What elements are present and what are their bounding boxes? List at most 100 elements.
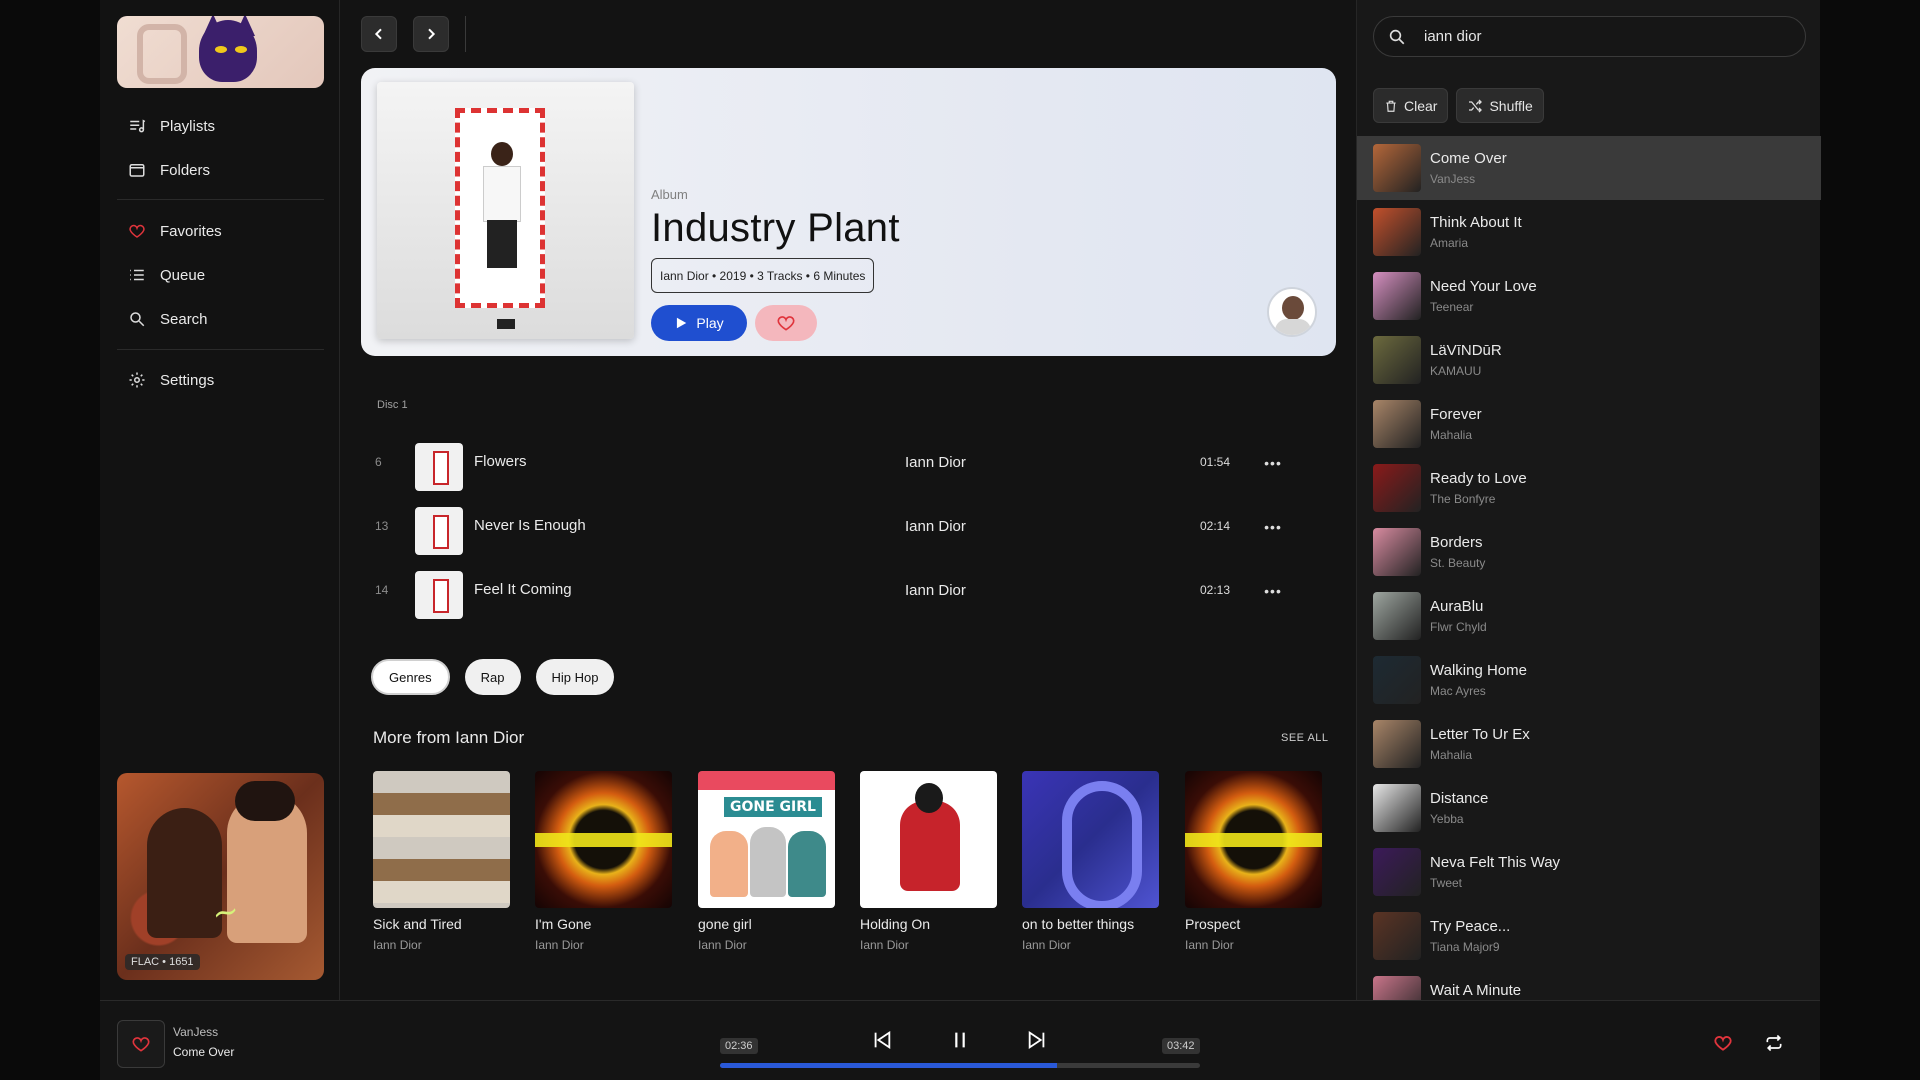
queue-item[interactable]: Need Your Love Teenear [1357,264,1821,328]
progress-bar[interactable] [720,1063,1200,1068]
queue-item[interactable]: Distance Yebba [1357,776,1821,840]
queue-item-title: Come Over [1430,150,1507,167]
queue-item-thumbnail [1373,848,1421,896]
cover-person-shirt [483,166,521,222]
track-thumbnail [415,571,463,619]
queue-item-title: Ready to Love [1430,470,1527,487]
skip-back-icon [874,1030,891,1050]
clear-queue-button[interactable]: Clear [1373,88,1449,123]
album-card[interactable]: GONE GIRL gone girl Iann Dior [698,771,835,952]
genre-chip-rap[interactable]: Rap [464,659,521,695]
pause-button[interactable] [945,1025,975,1055]
album-card-artist: Iann Dior [373,938,422,952]
sidebar-item-settings[interactable]: Settings [128,368,214,392]
track-row[interactable]: 6 Flowers Iann Dior 01:54 ••• [361,435,1336,491]
sidebar-item-playlists[interactable]: Playlists [128,114,215,138]
repeat-icon [1766,1034,1782,1052]
more-options-icon[interactable]: ••• [1261,451,1285,475]
queue-item[interactable]: LäVīNDūR KAMAUU [1357,328,1821,392]
track-artist[interactable]: Iann Dior [905,582,966,599]
queue-panel: Clear Shuffle Come Over VanJess Think Abou… [1356,0,1821,1000]
favorite-track-button[interactable] [117,1020,165,1068]
like-button[interactable] [1707,1027,1739,1059]
track-artist[interactable]: Iann Dior [905,518,966,535]
queue-item[interactable]: Wait A Minute [1357,968,1821,1000]
artist-avatar[interactable] [1267,287,1317,337]
back-button[interactable] [361,16,397,52]
logo-chair [137,24,187,84]
queue-item-artist: Yebba [1430,812,1464,826]
cover-person-pants [487,220,517,268]
queue-item[interactable]: Letter To Ur Ex Mahalia [1357,712,1821,776]
genre-chips: Genres Rap Hip Hop [371,659,615,695]
more-from-artist-title: More from Iann Dior [373,728,525,747]
sidebar-item-folders[interactable]: Folders [128,158,210,182]
more-options-icon[interactable]: ••• [1261,515,1285,539]
cover-figure [750,827,786,897]
queue-search[interactable] [1373,16,1806,57]
queue-item[interactable]: Forever Mahalia [1357,392,1821,456]
search-input[interactable] [1424,28,1774,45]
total-time: 03:42 [1162,1038,1200,1054]
queue-item[interactable]: Neva Felt This Way Tweet [1357,840,1821,904]
now-playing-artist[interactable]: VanJess [173,1025,218,1039]
genre-chip-genres[interactable]: Genres [371,659,450,695]
next-button[interactable] [1022,1025,1052,1055]
forward-button[interactable] [413,16,449,52]
track-artist[interactable]: Iann Dior [905,454,966,471]
now-playing-cover[interactable]: ~ FLAC • 1651 [117,773,324,980]
sidebar-item-label: Folders [160,161,211,179]
track-number: 6 [375,455,382,469]
sidebar-item-favorites[interactable]: Favorites [128,219,222,243]
queue-item[interactable]: Come Over VanJess [1357,136,1821,200]
queue-item[interactable]: AuraBlu Flwr Chyld [1357,584,1821,648]
album-card[interactable]: Holding On Iann Dior [860,771,997,952]
track-row[interactable]: 13 Never Is Enough Iann Dior 02:14 ••• [361,499,1336,555]
queue-item[interactable]: Think About It Amaria [1357,200,1821,264]
cover-figure [788,831,826,897]
album-card[interactable]: on to better things Iann Dior [1022,771,1159,952]
track-number: 14 [375,583,389,597]
queue-item-title: AuraBlu [1430,598,1484,615]
album-card-cover [860,771,997,908]
track-title: Never Is Enough [474,517,586,534]
avatar-body [1275,319,1311,335]
album-card[interactable]: Prospect Iann Dior [1185,771,1322,952]
now-playing-title[interactable]: Come Over [173,1045,234,1059]
album-card-cover [535,771,672,908]
sidebar-item-search[interactable]: Search [128,307,208,331]
track-row[interactable]: 14 Feel It Coming Iann Dior 02:13 ••• [361,563,1336,619]
album-card[interactable]: Sick and Tired Iann Dior [373,771,510,952]
track-thumbnail [415,507,463,555]
favorite-album-button[interactable] [755,305,817,341]
cover-text: GONE GIRL [724,797,822,817]
album-card-cover: GONE GIRL [698,771,835,908]
elapsed-time: 02:36 [720,1038,758,1054]
previous-button[interactable] [867,1025,897,1055]
album-card-cover [1022,771,1159,908]
queue-item[interactable]: Ready to Love The Bonfyre [1357,456,1821,520]
queue-item-title: Think About It [1430,214,1522,231]
repeat-button[interactable] [1758,1027,1790,1059]
track-title: Flowers [474,453,527,470]
queue-item[interactable]: Walking Home Mac Ayres [1357,648,1821,712]
see-all-link[interactable]: SEE ALL [1281,732,1329,744]
queue-item-title: Borders [1430,534,1483,551]
queue-item[interactable]: Borders St. Beauty [1357,520,1821,584]
album-cover[interactable] [377,82,634,339]
more-options-icon[interactable]: ••• [1261,579,1285,603]
queue-item[interactable]: Try Peace... Tiana Major9 [1357,904,1821,968]
shuffle-queue-button[interactable]: Shuffle [1456,88,1544,123]
play-button[interactable]: Play [651,305,747,341]
album-card[interactable]: I'm Gone Iann Dior [535,771,672,952]
sidebar: Playlists Folders Favorites Queue Search [100,0,340,1000]
album-card-artist: Iann Dior [698,938,747,952]
genre-chip-hip-hop[interactable]: Hip Hop [535,659,615,695]
sidebar-item-queue[interactable]: Queue [128,263,205,287]
album-card-artist: Iann Dior [535,938,584,952]
app-window: Playlists Folders Favorites Queue Search [100,0,1821,1080]
queue-item-thumbnail [1373,912,1421,960]
trash-icon [1386,100,1396,112]
app-logo[interactable] [117,16,324,88]
heart-icon [132,1037,150,1052]
